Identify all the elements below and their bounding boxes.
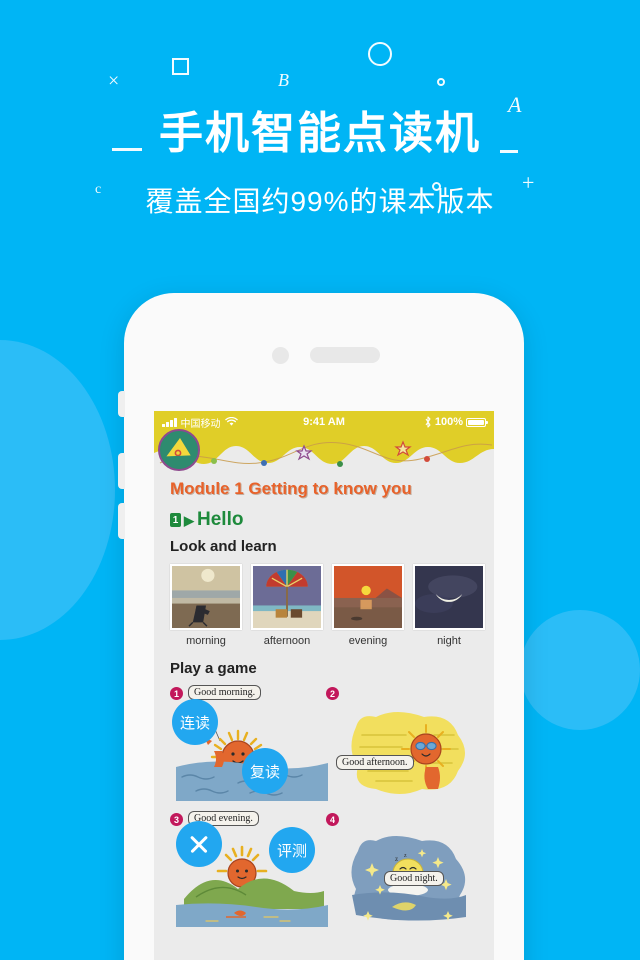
photo-label: afternoon xyxy=(263,635,311,647)
page-title: 手机智能点读机 xyxy=(159,109,481,158)
photo-cell-evening: evening xyxy=(332,564,404,647)
decor-circle-small xyxy=(437,78,445,86)
close-icon xyxy=(188,833,210,855)
battery-icon xyxy=(466,417,488,427)
banner-badge-icon xyxy=(158,429,200,471)
photo-label: night xyxy=(437,635,461,647)
volume-up-button[interactable] xyxy=(118,453,125,489)
unit-title: Hello xyxy=(197,509,244,530)
background-circle-right xyxy=(520,610,640,730)
game-number-badge: 3 xyxy=(170,813,183,826)
repeat-read-label: 复读 xyxy=(249,763,280,781)
bluetooth-icon xyxy=(425,416,431,428)
status-bar-right: 100% xyxy=(424,416,488,428)
svg-text:z: z xyxy=(395,855,398,863)
section-play-a-game-title: Play a game xyxy=(170,660,257,677)
module-title: Module 1 Getting to know you xyxy=(170,479,412,498)
game-number-badge: 1 xyxy=(170,687,183,700)
evaluate-label: 评测 xyxy=(276,842,307,860)
game-number-badge: 2 xyxy=(326,687,339,700)
orange-sunset-photo xyxy=(332,564,404,630)
game-item-4: 4 Good night. z z xyxy=(326,809,478,931)
continuous-read-button[interactable]: 连读 xyxy=(172,699,218,745)
photo-cell-night: night xyxy=(413,564,485,647)
game-number-badge: 4 xyxy=(326,813,339,826)
play-triangle-icon: ▶ xyxy=(184,512,194,528)
front-camera-icon xyxy=(272,347,289,364)
crescent-moon-photo xyxy=(413,564,485,630)
beach-umbrella-photo xyxy=(251,564,323,630)
signal-bars-icon xyxy=(162,417,177,427)
phone-top-bezel xyxy=(124,293,524,411)
decor-x-icon: × xyxy=(108,70,120,92)
status-bar-left: 中国移动 xyxy=(162,415,238,430)
status-bar: 中国移动 9:41 AM 100% xyxy=(154,411,494,433)
phone-screen: 中国移动 9:41 AM 100% Module 1 Getting to kn… xyxy=(154,411,494,960)
svg-text:z: z xyxy=(404,853,407,859)
unit-heading: 1 ▶ Hello xyxy=(170,509,478,531)
photo-label: morning xyxy=(186,635,226,647)
hero-text-block: 手机智能点读机 覆盖全国约99%的课本版本 xyxy=(0,109,640,220)
evaluate-button[interactable]: 评测 xyxy=(269,827,315,873)
speech-bubble: Good morning. xyxy=(188,685,262,700)
decor-circle-large xyxy=(368,42,392,66)
volume-down-button[interactable] xyxy=(118,503,125,539)
decor-letter-b: B xyxy=(278,70,289,90)
page-header-banner xyxy=(154,429,494,473)
decor-square-icon xyxy=(172,58,189,75)
repeat-read-button[interactable]: 复读 xyxy=(242,748,288,794)
unit-number-badge: 1 xyxy=(170,513,181,527)
wifi-icon xyxy=(224,417,238,426)
photo-label: evening xyxy=(348,635,388,647)
continuous-read-label: 连读 xyxy=(179,714,210,732)
battery-percent-label: 100% xyxy=(434,416,463,428)
page-subtitle: 覆盖全国约99%的课本版本 xyxy=(145,186,495,218)
close-button[interactable] xyxy=(176,821,222,867)
background-circle-left xyxy=(0,340,115,640)
photo-cell-morning: morning xyxy=(170,564,242,647)
beach-chair-sunrise-photo xyxy=(170,564,242,630)
photo-row: morning afternoon evening night xyxy=(170,564,485,647)
earpiece-speaker xyxy=(310,347,380,363)
phone-mockup: 中国移动 9:41 AM 100% Module 1 Getting to kn… xyxy=(118,293,524,960)
speech-bubble: Good night. xyxy=(384,871,444,886)
section-look-and-learn-title: Look and learn xyxy=(170,538,277,555)
speech-bubble: Good afternoon. xyxy=(336,755,414,770)
photo-cell-afternoon: afternoon xyxy=(251,564,323,647)
carrier-label: 中国移动 xyxy=(180,418,221,430)
bright-sun-with-sunglasses-illustration xyxy=(351,712,465,794)
game-item-2: 2 Good afternoon. xyxy=(326,683,478,805)
